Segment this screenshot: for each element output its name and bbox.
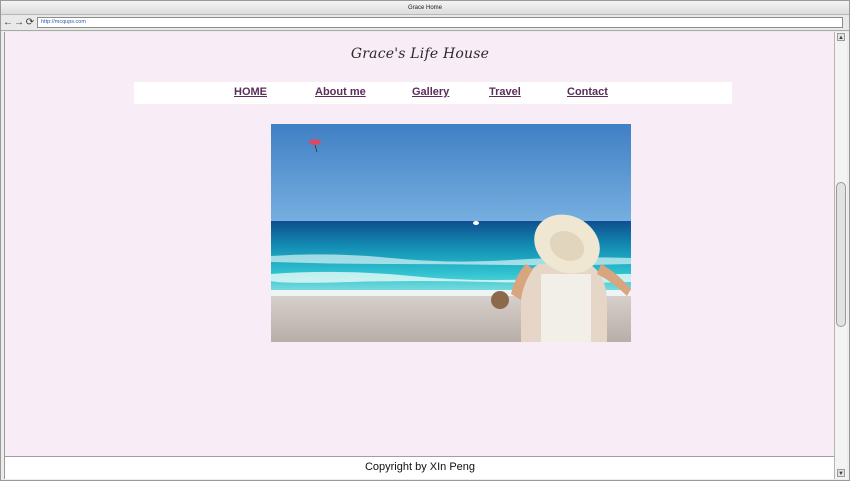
back-arrow-icon[interactable]: ← (3, 16, 13, 29)
site-title: Grace's Life House (350, 46, 490, 62)
nav-link-home[interactable]: HOME (234, 86, 267, 98)
forward-arrow-icon[interactable]: → (14, 16, 24, 29)
hero-beach-photo (271, 124, 631, 342)
footer: Copyright by XIn Peng (5, 456, 835, 479)
scroll-thumb[interactable] (836, 182, 846, 327)
copyright-text: Copyright by XIn Peng (364, 461, 476, 473)
scroll-up-icon[interactable]: ▲ (837, 33, 845, 41)
beach-photo-image (271, 124, 631, 342)
address-bar[interactable]: http://mcqups.com (37, 17, 843, 28)
reload-icon[interactable]: ⟳ (25, 16, 35, 29)
browser-window: Grace Home ← → ⟳ http://mcqups.com Grace… (0, 0, 850, 481)
scroll-down-icon[interactable]: ▼ (837, 469, 845, 477)
nav-link-about-me[interactable]: About me (315, 86, 366, 98)
window-title: Grace Home (1, 1, 849, 15)
nav-link-contact[interactable]: Contact (567, 86, 608, 98)
page-viewport: Grace's Life House HOME About me Gallery… (4, 32, 835, 479)
browser-toolbar: ← → ⟳ http://mcqups.com (1, 15, 849, 31)
nav-menu: HOME About me Gallery Travel Contact (134, 82, 732, 104)
vertical-scrollbar[interactable]: ▲ ▼ (834, 32, 847, 479)
nav-link-travel[interactable]: Travel (489, 86, 521, 98)
nav-link-gallery[interactable]: Gallery (412, 86, 449, 98)
